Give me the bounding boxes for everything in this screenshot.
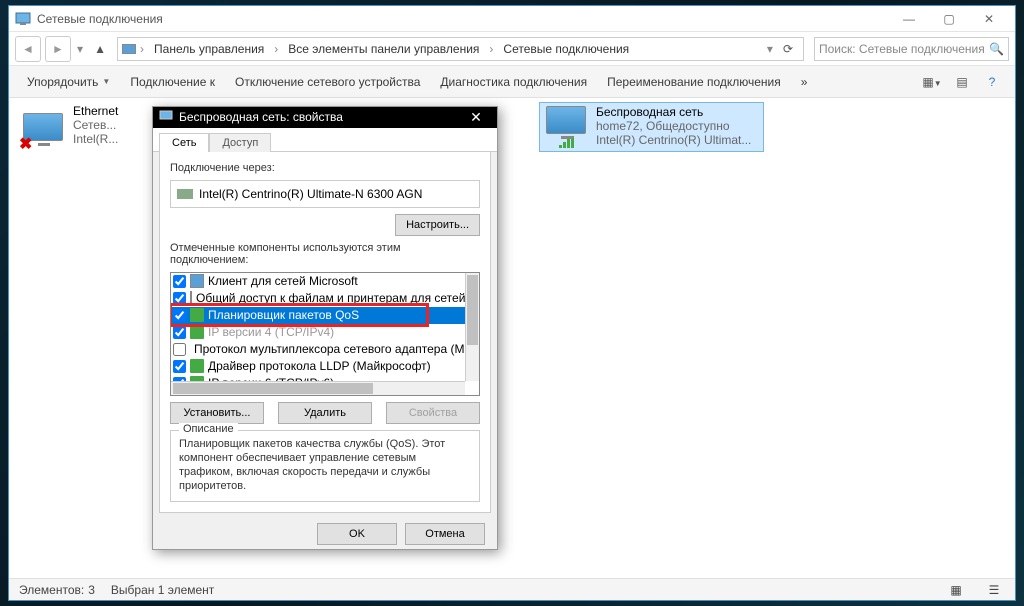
properties-dialog: Беспроводная сеть: свойства ✕ Сеть Досту… (152, 106, 498, 550)
dialog-icon (159, 110, 173, 125)
component-checkbox[interactable] (173, 360, 186, 373)
view-icons-button[interactable]: ▦▼ (919, 75, 945, 89)
diagnose-button[interactable]: Диагностика подключения (432, 72, 595, 92)
component-checkbox[interactable] (173, 343, 186, 356)
remove-button[interactable]: Удалить (278, 402, 372, 424)
vertical-scrollbar[interactable] (465, 273, 479, 381)
dialog-close-button[interactable]: ✕ (461, 109, 491, 126)
breadcrumb-item[interactable]: Панель управления (148, 38, 270, 60)
help-button[interactable]: ? (979, 75, 1005, 89)
description-legend: Описание (179, 423, 238, 435)
address-dropdown[interactable]: ▾ (767, 42, 773, 56)
address-bar[interactable]: › Панель управления › Все элементы панел… (117, 37, 804, 61)
view-thumbnails-button[interactable]: ▦ (945, 583, 967, 597)
view-list-button[interactable]: ☰ (983, 583, 1005, 597)
connection-icon: ✖ (19, 104, 67, 150)
disable-button[interactable]: Отключение сетевого устройства (227, 72, 428, 92)
description-text: Планировщик пакетов качества службы (QoS… (179, 437, 471, 493)
connection-icon (542, 105, 590, 149)
item-count-label: Элементов: (19, 583, 84, 597)
search-placeholder: Поиск: Сетевые подключения (819, 42, 985, 56)
component-item[interactable]: IP версии 4 (TCP/IPv4) (171, 324, 465, 341)
horizontal-scrollbar[interactable] (171, 381, 465, 395)
component-item-selected[interactable]: Планировщик пакетов QoS (171, 307, 465, 324)
component-item[interactable]: Протокол мультиплексора сетевого адаптер… (171, 341, 465, 358)
organize-button[interactable]: Упорядочить▼ (19, 72, 118, 92)
component-icon (190, 274, 204, 288)
up-button[interactable]: ▲ (89, 38, 111, 60)
dialog-body: Подключение через: Intel(R) Centrino(R) … (159, 152, 491, 513)
component-label: Общий доступ к файлам и принтерам для се… (196, 291, 465, 305)
more-button[interactable]: » (793, 72, 816, 92)
install-button[interactable]: Установить... (170, 402, 264, 424)
location-icon (122, 44, 136, 54)
connection-wifi[interactable]: Беспроводная сеть home72, Общедоступно I… (539, 102, 764, 152)
component-icon (190, 325, 204, 339)
component-item[interactable]: Клиент для сетей Microsoft (171, 273, 465, 290)
app-icon (15, 12, 31, 26)
component-label: Планировщик пакетов QoS (208, 308, 359, 322)
component-item[interactable]: Общий доступ к файлам и принтерам для се… (171, 290, 465, 307)
navbar: ◄ ► ▾ ▲ › Панель управления › Все элемен… (9, 32, 1015, 66)
rename-button[interactable]: Переименование подключения (599, 72, 789, 92)
dialog-titlebar: Беспроводная сеть: свойства ✕ (153, 107, 497, 128)
refresh-button[interactable]: ⟳ (777, 42, 799, 56)
statusbar: Элементов: 3 Выбран 1 элемент ▦ ☰ (9, 578, 1015, 600)
search-input[interactable]: Поиск: Сетевые подключения 🔍 (814, 37, 1009, 61)
tab-network[interactable]: Сеть (159, 133, 209, 152)
adapter-box: Intel(R) Centrino(R) Ultimate-N 6300 AGN (170, 180, 480, 208)
component-label: Клиент для сетей Microsoft (208, 274, 358, 288)
forward-button[interactable]: ► (45, 36, 71, 62)
connect-button[interactable]: Подключение к (122, 72, 223, 92)
connection-adapter: Intel(R) Centrino(R) Ultimat... (596, 133, 761, 147)
cancel-button[interactable]: Отмена (405, 523, 485, 545)
back-button[interactable]: ◄ (15, 36, 41, 62)
dialog-footer: OK Отмена (153, 519, 497, 549)
component-checkbox[interactable] (173, 326, 186, 339)
breadcrumb-item[interactable]: Все элементы панели управления (282, 38, 485, 60)
window-buttons: — ▢ ✕ (889, 8, 1009, 30)
close-button[interactable]: ✕ (969, 8, 1009, 30)
component-icon (190, 308, 204, 322)
titlebar: Сетевые подключения — ▢ ✕ (9, 6, 1015, 32)
view-details-button[interactable]: ▤ (949, 75, 975, 89)
dialog-tabs: Сеть Доступ (153, 128, 497, 152)
configure-button[interactable]: Настроить... (395, 214, 480, 236)
component-label: Драйвер протокола LLDP (Майкрософт) (208, 359, 431, 373)
chevron-icon: › (140, 42, 144, 56)
component-item[interactable]: Драйвер протокола LLDP (Майкрософт) (171, 358, 465, 375)
component-label: IP версии 4 (TCP/IPv4) (208, 325, 334, 339)
connection-status: home72, Общедоступно (596, 119, 761, 133)
component-label: Протокол мультиплексора сетевого адаптер… (194, 342, 465, 356)
component-icon (190, 359, 204, 373)
adapter-name: Intel(R) Centrino(R) Ultimate-N 6300 AGN (199, 187, 422, 201)
breadcrumb-item[interactable]: Сетевые подключения (497, 38, 635, 60)
history-dropdown[interactable]: ▾ (75, 42, 85, 56)
selection-label: Выбран 1 элемент (111, 583, 214, 597)
window-title: Сетевые подключения (37, 12, 889, 26)
minimize-button[interactable]: — (889, 8, 929, 30)
ok-button[interactable]: OK (317, 523, 397, 545)
adapter-icon (177, 189, 193, 199)
properties-button[interactable]: Свойства (386, 402, 480, 424)
components-label: Отмеченные компоненты используются этим … (170, 242, 480, 266)
component-checkbox[interactable] (173, 309, 186, 322)
description-group: Описание Планировщик пакетов качества сл… (170, 430, 480, 502)
chevron-icon: › (274, 42, 278, 56)
component-icon (190, 291, 192, 305)
connection-name: Беспроводная сеть (596, 105, 761, 119)
tab-access[interactable]: Доступ (209, 133, 271, 152)
chevron-icon: › (489, 42, 493, 56)
components-list[interactable]: Клиент для сетей Microsoft Общий доступ … (170, 272, 480, 396)
maximize-button[interactable]: ▢ (929, 8, 969, 30)
component-checkbox[interactable] (173, 275, 186, 288)
disconnected-icon: ✖ (19, 134, 32, 154)
dialog-title: Беспроводная сеть: свойства (179, 110, 455, 124)
item-count: 3 (88, 583, 95, 597)
search-icon: 🔍 (989, 42, 1004, 56)
toolbar: Упорядочить▼ Подключение к Отключение се… (9, 66, 1015, 98)
connect-via-label: Подключение через: (170, 162, 480, 174)
component-checkbox[interactable] (173, 292, 186, 305)
